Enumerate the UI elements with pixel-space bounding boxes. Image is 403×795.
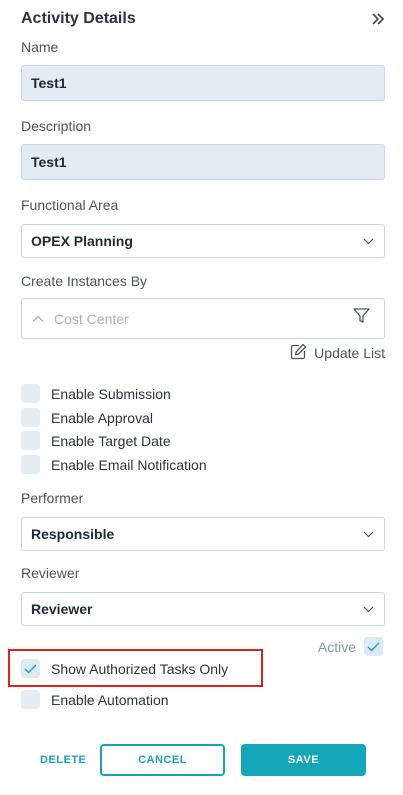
checkbox[interactable]	[21, 384, 40, 403]
action-bar: DELETE CANCEL SAVE	[0, 744, 403, 776]
reviewer-select[interactable]: Reviewer	[21, 592, 385, 626]
automation-label: Enable Automation	[51, 691, 169, 708]
active-toggle[interactable]: Active	[318, 637, 383, 656]
checkbox[interactable]	[21, 455, 40, 474]
performer-label: Performer	[21, 490, 84, 506]
option-enable-target-date[interactable]: Enable Target Date	[21, 431, 171, 450]
show-authorized-tasks-toggle[interactable]: Show Authorized Tasks Only	[21, 659, 228, 678]
checkbox[interactable]	[21, 431, 40, 450]
automation-checkbox[interactable]	[21, 690, 40, 709]
chevron-down-icon	[362, 235, 374, 247]
option-enable-approval[interactable]: Enable Approval	[21, 408, 153, 427]
update-list-button[interactable]: Update List	[290, 343, 385, 363]
checkbox[interactable]	[21, 408, 40, 427]
activity-details-panel: Activity Details Name Test1 Description …	[0, 0, 403, 795]
enable-automation-toggle[interactable]: Enable Automation	[21, 690, 169, 709]
check-icon	[24, 664, 37, 673]
active-label: Active	[317, 638, 356, 655]
chevron-up-icon[interactable]	[32, 310, 44, 328]
description-field[interactable]: Test1	[21, 144, 385, 180]
option-label: Enable Approval	[51, 409, 153, 426]
save-button[interactable]: SAVE	[241, 744, 366, 776]
name-label: Name	[21, 39, 59, 55]
option-label: Enable Target Date	[51, 432, 171, 449]
panel-header: Activity Details	[21, 8, 387, 30]
cancel-button[interactable]: CANCEL	[100, 744, 225, 776]
edit-icon	[290, 343, 307, 363]
chevron-down-icon	[362, 603, 374, 615]
option-label: Enable Email Notification	[51, 456, 207, 473]
name-field[interactable]: Test1	[21, 65, 385, 101]
authorized-tasks-label: Show Authorized Tasks Only	[51, 660, 229, 677]
name-value: Test1	[31, 75, 67, 91]
functional-area-select[interactable]: OPEX Planning	[21, 224, 385, 258]
option-enable-email-notification[interactable]: Enable Email Notification	[21, 455, 207, 474]
double-chevron-right-icon[interactable]	[369, 10, 387, 28]
filter-icon[interactable]	[353, 308, 370, 329]
panel-title: Activity Details	[21, 10, 136, 27]
performer-value: Responsible	[31, 526, 115, 542]
functional-area-value: OPEX Planning	[31, 233, 133, 249]
cost-center-placeholder: Cost Center	[54, 310, 129, 327]
create-instances-label: Create Instances By	[21, 273, 148, 289]
description-label: Description	[21, 118, 92, 134]
active-checkbox[interactable]	[364, 637, 383, 656]
performer-select[interactable]: Responsible	[21, 517, 385, 551]
option-label: Enable Submission	[51, 385, 171, 402]
authorized-tasks-checkbox[interactable]	[21, 659, 40, 678]
create-instances-field[interactable]: Cost Center	[21, 298, 385, 339]
reviewer-value: Reviewer	[31, 601, 93, 617]
description-value: Test1	[31, 154, 67, 170]
delete-button[interactable]: DELETE	[40, 744, 86, 776]
option-enable-submission[interactable]: Enable Submission	[21, 384, 171, 403]
reviewer-label: Reviewer	[21, 565, 80, 581]
chevron-down-icon	[362, 528, 374, 540]
check-icon	[367, 642, 380, 651]
update-list-label: Update List	[314, 345, 385, 361]
functional-area-label: Functional Area	[21, 197, 119, 213]
